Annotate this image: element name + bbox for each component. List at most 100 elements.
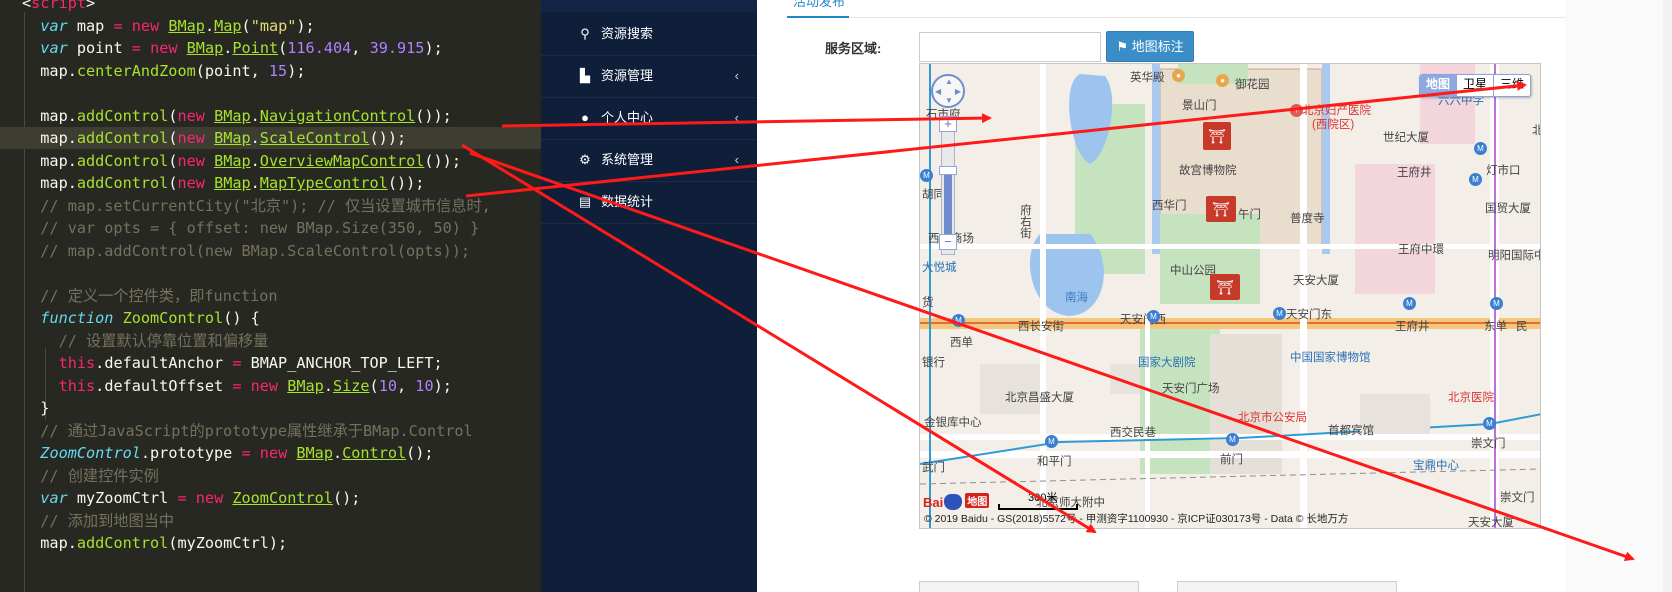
map-copyright: © 2019 Baidu - GS(2018)5572号 - 甲测资字11009…: [924, 513, 1349, 525]
bottom-field[interactable]: [919, 581, 1139, 592]
map-label[interactable]: 货: [922, 294, 934, 310]
map-marker-icon: ⚑: [1116, 39, 1128, 54]
sidebar-item[interactable]: ▙ 资源管理 ‹: [541, 55, 757, 98]
pan-control[interactable]: ▲ ▼ ◀ ▶: [931, 74, 965, 108]
map-label[interactable]: 普度寺: [1290, 210, 1325, 226]
subway-icon: M: [1226, 433, 1239, 446]
map-label[interactable]: 王府中環: [1398, 241, 1444, 257]
baidu-map[interactable]: 英华殿御花园景山门北京妇产医院(西院区)北京市第一六六中学世纪大厦王府井灯市口故…: [919, 63, 1541, 529]
tab-activity-publish[interactable]: 活动发布: [793, 0, 845, 10]
map-label[interactable]: 金银库中心: [924, 414, 982, 430]
code-token: BMap: [214, 106, 251, 125]
subway-icon: M: [1273, 307, 1286, 320]
map-type-satellite[interactable]: 卫星: [1455, 75, 1493, 96]
subway-icon: M: [1045, 435, 1058, 448]
code-editor[interactable]: <script> var map = new BMap.Map("map"); …: [0, 0, 541, 592]
map-label[interactable]: 北京市公安局: [1238, 409, 1307, 425]
map-label[interactable]: 午门: [1238, 206, 1261, 222]
code-token: defaultAnchor: [104, 354, 233, 372]
code-token: >: [86, 0, 96, 12]
code-line: map.addControl(new BMap.MapTypeControl()…: [0, 172, 541, 194]
code-token: );: [433, 376, 452, 395]
map-label[interactable]: 首都宾馆: [1328, 422, 1374, 438]
map-label[interactable]: 天安大厦: [1293, 272, 1339, 288]
map-label[interactable]: 天安门广场: [1162, 380, 1220, 396]
map-label[interactable]: 宝鼎中心: [1413, 457, 1459, 473]
code-token: ();: [406, 444, 434, 462]
code-line: function ZoomControl() {: [0, 307, 541, 329]
code-line: // var opts = { offset: new BMap.Size(35…: [0, 217, 541, 239]
pan-down-icon[interactable]: ▼: [945, 96, 953, 105]
map-label[interactable]: 英华殿: [1130, 69, 1165, 85]
map-label[interactable]: 和平门: [1037, 453, 1072, 469]
main-content: 活动发布 服务区域: ⚑ 地图标注 英华殿 御花园 景山门 北京妇产医院 (西院…: [757, 0, 1672, 592]
map-label[interactable]: 灯市口: [1486, 162, 1521, 178]
map-label[interactable]: 崇文门: [1471, 435, 1506, 451]
map-label[interactable]: 武门: [922, 459, 945, 475]
gear-icon: ⚙: [579, 152, 591, 167]
sidebar-item[interactable]: ⚲ 资源搜索: [541, 13, 757, 56]
bottom-field[interactable]: [1177, 581, 1397, 592]
map-label[interactable]: 银行: [922, 354, 945, 370]
code-token: =: [113, 16, 123, 35]
map-label[interactable]: 中国国家博物馆: [1290, 349, 1371, 365]
map-label[interactable]: 西单: [950, 334, 973, 350]
code-token: BMap: [168, 16, 205, 35]
map-label[interactable]: 北: [1532, 122, 1540, 138]
zoom-slider-thumb[interactable]: [939, 166, 957, 175]
pan-left-icon[interactable]: ◀: [935, 87, 941, 96]
navigation-control: ▲ ▼ ◀ ▶ + −: [931, 74, 971, 264]
sidebar-item-label: 个人中心: [601, 110, 654, 125]
map-label[interactable]: 天安大厦: [1468, 514, 1514, 528]
code-line: var map = new BMap.Map("map");: [0, 15, 541, 37]
map-type-3d[interactable]: 三维: [1492, 75, 1530, 96]
map-label[interactable]: 王府井: [1395, 318, 1430, 334]
map-label[interactable]: 东单: [1484, 318, 1507, 334]
map-label[interactable]: (西院区): [1312, 116, 1354, 132]
sidebar-item[interactable]: ● 个人中心 ‹: [541, 97, 757, 140]
pan-up-icon[interactable]: ▲: [945, 77, 953, 86]
code-token: new: [177, 174, 205, 192]
code-line: this.defaultAnchor = BMAP_ANCHOR_TOP_LEF…: [0, 352, 541, 374]
map-label[interactable]: 崇文门: [1500, 489, 1535, 505]
map-label[interactable]: 王府井: [1397, 164, 1432, 180]
map-label[interactable]: 前门: [1220, 451, 1243, 467]
map-label[interactable]: 天安门东: [1286, 306, 1332, 322]
service-area-input[interactable]: [919, 32, 1101, 62]
code-token: // map.setCurrentCity("北京"); // 仅当设置城市信息…: [22, 196, 491, 215]
sidebar-item[interactable]: ⚙ 系统管理 ‹: [541, 139, 757, 182]
code-token: addControl: [76, 151, 169, 170]
map-label[interactable]: 北京医院: [1448, 389, 1494, 405]
sidebar-item-label: 系统管理: [601, 152, 654, 167]
map-label[interactable]: 景山门: [1182, 97, 1217, 113]
chevron-left-icon: ‹: [734, 68, 739, 83]
map-label[interactable]: 世纪大厦: [1383, 129, 1429, 145]
map-type-normal[interactable]: 地图: [1419, 75, 1456, 96]
sidebar-item[interactable]: ▤ 数据统计: [541, 181, 757, 224]
page-scrollbar[interactable]: [1663, 0, 1672, 592]
map-label[interactable]: 故宫博物院: [1179, 162, 1237, 178]
pan-right-icon[interactable]: ▶: [955, 87, 961, 96]
map-mark-button[interactable]: ⚑ 地图标注: [1106, 31, 1194, 62]
map-label[interactable]: 西长安街: [1018, 318, 1064, 334]
code-token: Map: [214, 16, 242, 35]
map-label[interactable]: 御花园: [1235, 76, 1270, 92]
code-token: MapTypeControl: [259, 174, 388, 192]
map-label[interactable]: 国家大剧院: [1138, 354, 1196, 370]
zoom-in-button[interactable]: +: [939, 116, 957, 132]
baidu-logo[interactable]: Bai 地图: [923, 493, 990, 510]
map-label[interactable]: 民: [1516, 318, 1528, 334]
map-label[interactable]: 明阳国际中: [1488, 247, 1540, 263]
map-label[interactable]: 南海: [1065, 289, 1088, 305]
code-token: .prototype: [140, 444, 242, 462]
map-label[interactable]: 西华门: [1152, 197, 1187, 213]
map-label[interactable]: 府右街: [1017, 204, 1033, 239]
code-token: var: [40, 489, 68, 507]
map-label[interactable]: 北京昌盛大厦: [1005, 389, 1074, 405]
zoom-out-button[interactable]: −: [939, 234, 957, 250]
map-label[interactable]: 西交民巷: [1110, 424, 1156, 440]
map-label[interactable]: 国贸大厦: [1485, 200, 1531, 216]
code-token: // map.addControl(new BMap.ScaleControl(…: [22, 241, 471, 260]
